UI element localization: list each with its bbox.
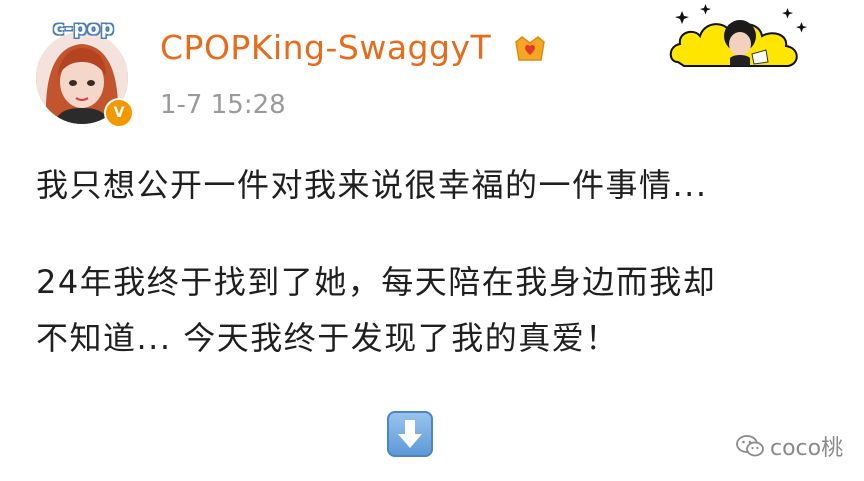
crown-heart-icon: [515, 36, 545, 61]
post-text-line-2: 24年我终于找到了她，每天陪在我身边而我却: [36, 263, 717, 301]
watermark-text: coco桃: [770, 436, 844, 461]
post-text-line-3: 不知道... 今天我终于发现了我的真爱！: [36, 319, 619, 357]
avatar[interactable]: c-pop V: [28, 14, 140, 130]
down-arrow-icon: [387, 411, 433, 457]
sticker-image: [669, 4, 807, 67]
username[interactable]: CPOPKing-SwaggyT: [160, 28, 491, 67]
watermark: coco桃: [736, 430, 843, 462]
post-timestamp: 1-7 15:28: [160, 90, 286, 120]
weibo-post: c-pop V CPOPKing-SwaggyT 1-7 15:28 我只想公开…: [0, 0, 864, 481]
avatar-badge-text: c-pop: [53, 18, 115, 39]
wechat-icon: [736, 435, 764, 457]
verified-badge: V: [104, 98, 134, 128]
post-text-line-1: 我只想公开一件对我来说很幸福的一件事情...: [36, 166, 708, 204]
